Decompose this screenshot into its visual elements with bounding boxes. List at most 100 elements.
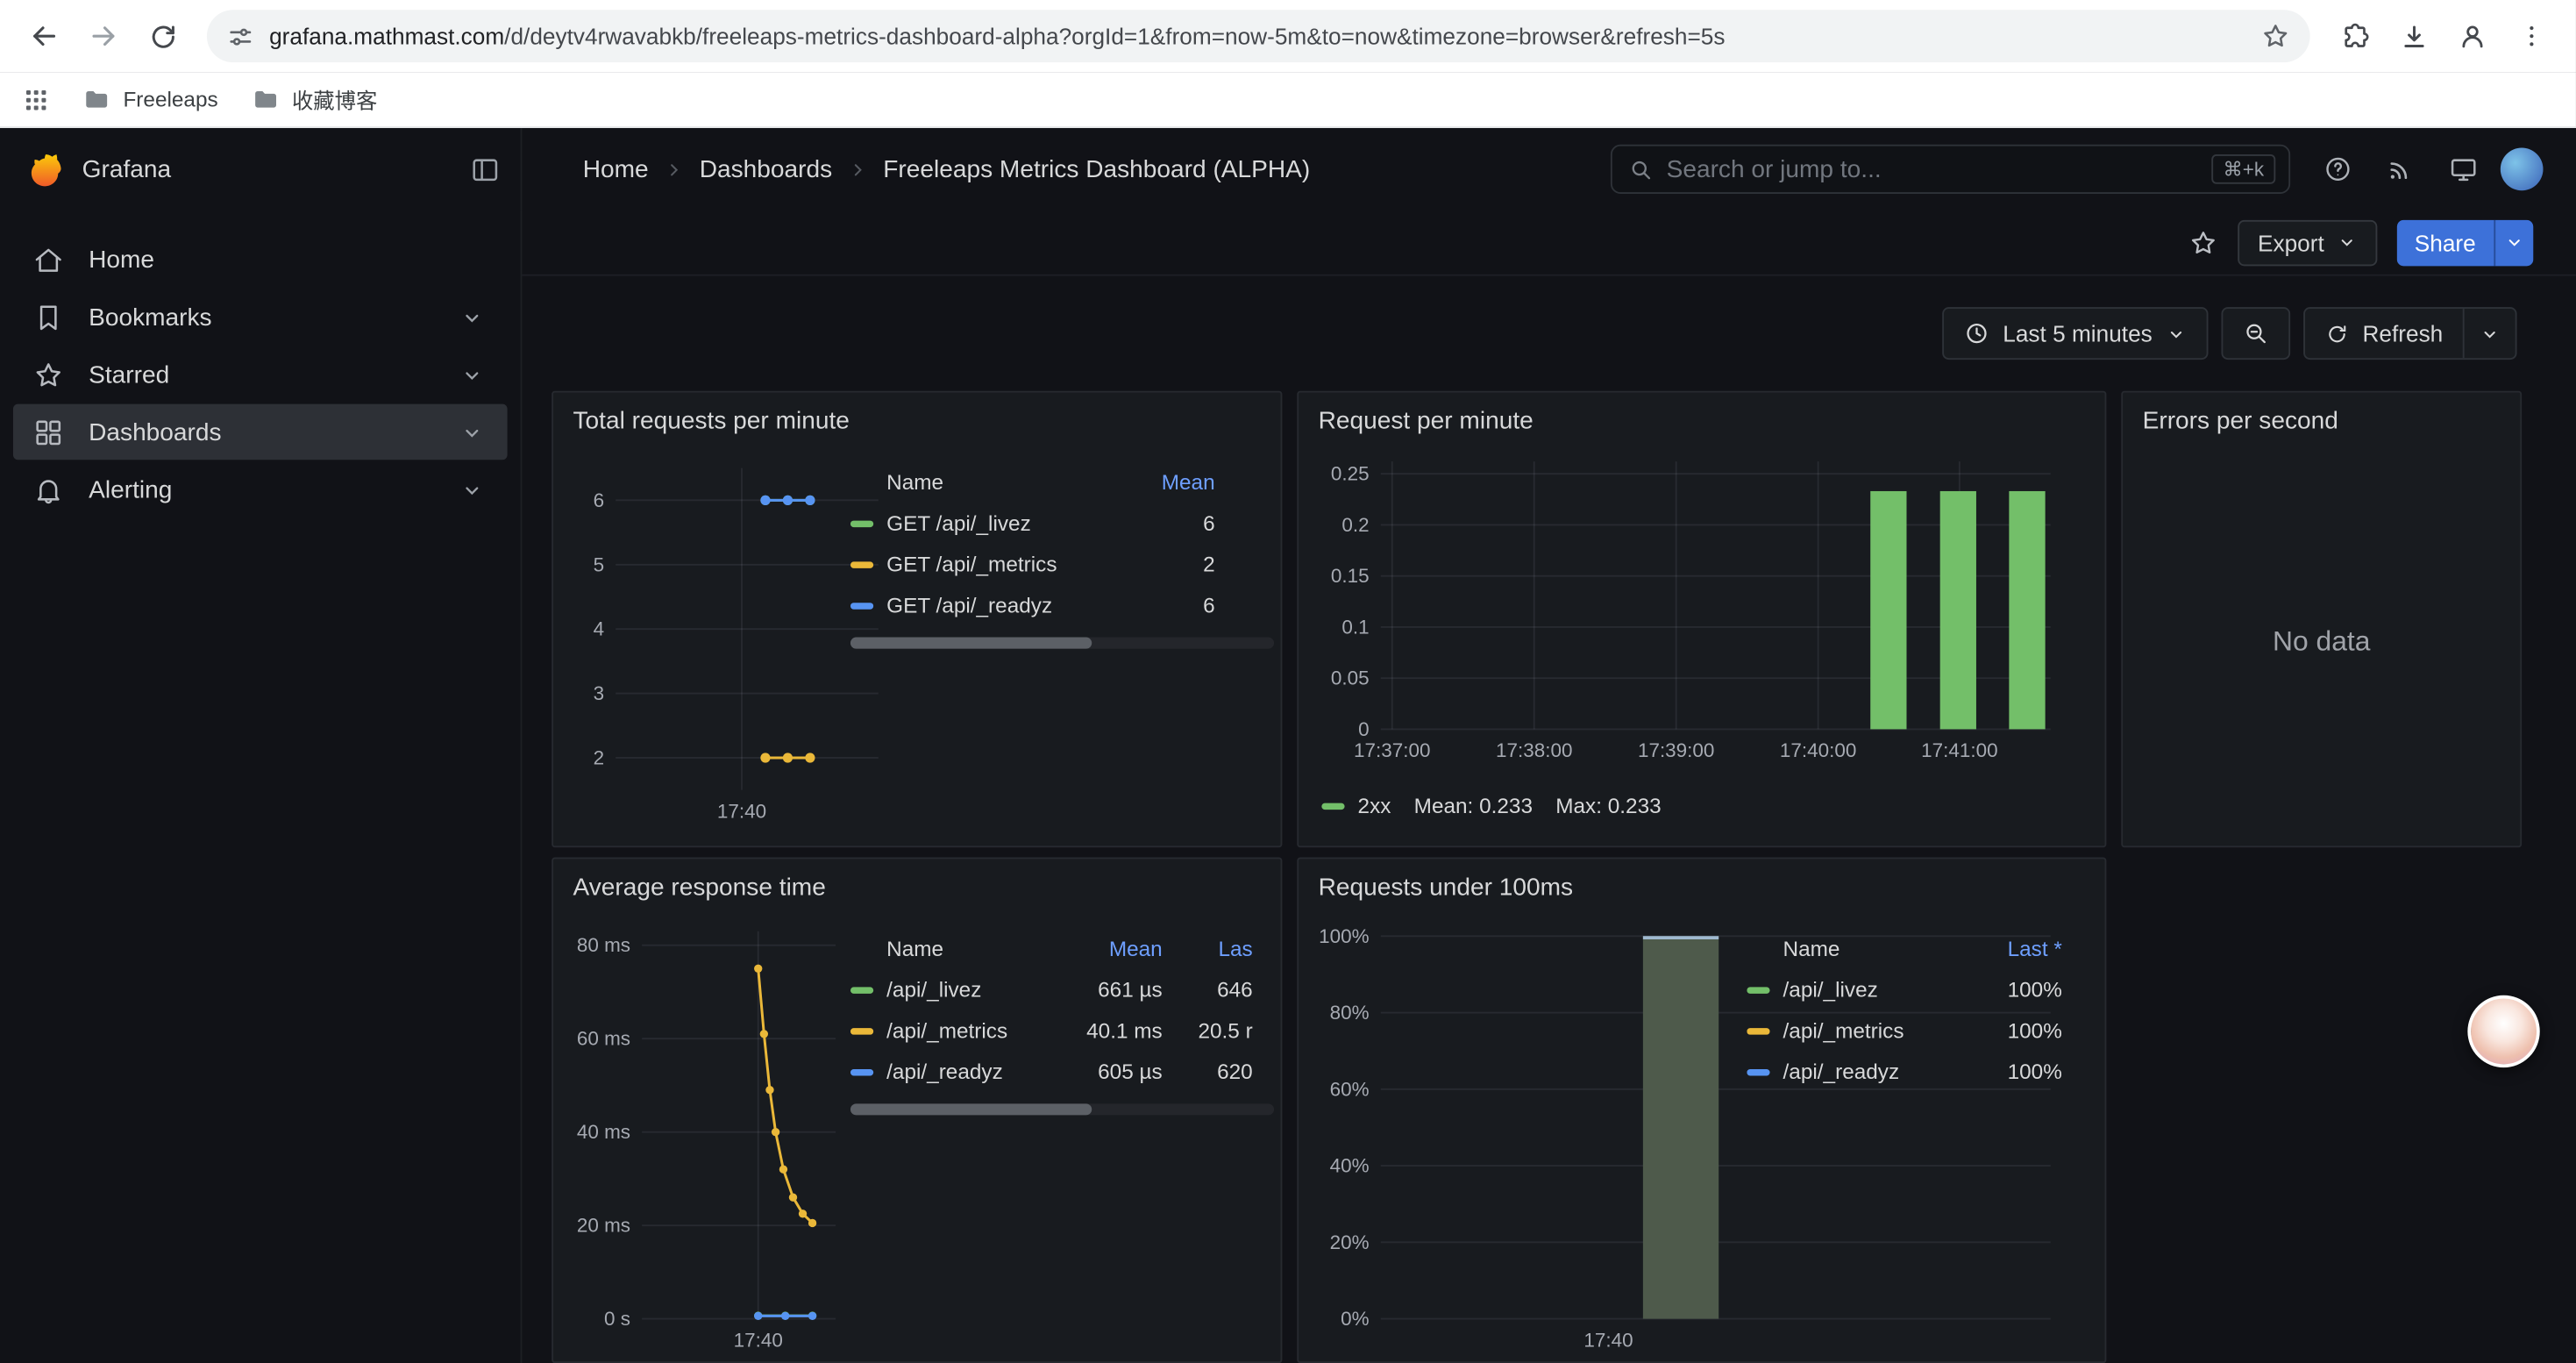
- back-icon[interactable]: [17, 8, 73, 64]
- legend-header-row: Name Mean Las: [850, 928, 1253, 969]
- svg-text:80%: 80%: [1330, 1002, 1370, 1024]
- dashboard-content: Export Share Last 5 minutes: [522, 211, 2575, 1363]
- legend-header-last[interactable]: Las: [1163, 936, 1253, 960]
- bookmark-star-icon[interactable]: [2260, 21, 2290, 51]
- sidebar-item-bookmarks[interactable]: Bookmarks: [13, 289, 508, 346]
- legend-row[interactable]: GET /api/_readyz 6: [850, 585, 1215, 626]
- panel-title[interactable]: Average response time: [553, 859, 1281, 902]
- url-bar[interactable]: grafana.mathmast.com/d/deytv4rwavabkb/fr…: [207, 10, 2310, 62]
- legend-row[interactable]: /api/_readyz 605 µs 620: [850, 1051, 1253, 1092]
- share-menu-caret[interactable]: [2494, 219, 2533, 265]
- chevron-down-icon[interactable]: [459, 304, 484, 329]
- browser-toolbar: grafana.mathmast.com/d/deytv4rwavabkb/fr…: [0, 0, 2576, 72]
- legend-scrollbar[interactable]: [850, 1103, 1274, 1115]
- chevron-down-icon[interactable]: [459, 419, 484, 444]
- legend-header-name[interactable]: Name: [850, 470, 1123, 495]
- search-bar[interactable]: ⌘+k: [1611, 145, 2290, 194]
- reload-icon[interactable]: [135, 8, 191, 64]
- series-last: 620: [1163, 1060, 1253, 1084]
- legend-row[interactable]: /api/_metrics 40.1 ms 20.5 r: [850, 1010, 1253, 1052]
- panel-request-per-minute: Request per minute 0.250.20.150.10.05017…: [1297, 391, 2106, 848]
- series-name[interactable]: GET /api/_metrics: [886, 552, 1057, 576]
- news-rss-icon[interactable]: [2376, 145, 2425, 194]
- series-name[interactable]: /api/_readyz: [886, 1060, 1003, 1084]
- legend-header-name[interactable]: Name: [850, 936, 1072, 960]
- chevron-down-icon: [2504, 232, 2525, 253]
- legend-scrollbar[interactable]: [850, 638, 1274, 649]
- screen: grafana.mathmast.com/d/deytv4rwavabkb/fr…: [0, 0, 2576, 1363]
- favorite-star-icon[interactable]: [2188, 227, 2218, 257]
- series-mean: 40.1 ms: [1072, 1018, 1163, 1043]
- sidebar-item-home[interactable]: Home: [13, 232, 508, 288]
- legend-series[interactable]: 2xx: [1321, 793, 1391, 817]
- series-color-dash: [850, 560, 873, 567]
- export-label: Export: [2258, 229, 2324, 255]
- series-name[interactable]: /api/_readyz: [1783, 1060, 1900, 1084]
- share-button[interactable]: Share: [2396, 219, 2494, 265]
- breadcrumb-dashboards[interactable]: Dashboards: [700, 155, 832, 183]
- legend-header-mean[interactable]: Mean: [1123, 470, 1215, 495]
- svg-text:0.25: 0.25: [1331, 463, 1370, 485]
- grafana-app: Grafana Home Dashboards Freeleaps Metric…: [0, 128, 2576, 1363]
- legend-header-name[interactable]: Name: [1747, 936, 1970, 960]
- bookmark-folder-freeleaps[interactable]: Freeleaps: [82, 85, 218, 113]
- dashboards-grid-icon: [32, 417, 65, 448]
- legend-header-mean[interactable]: Mean: [1072, 936, 1163, 960]
- series-name[interactable]: /api/_metrics: [1783, 1018, 1904, 1043]
- scrollbar-thumb[interactable]: [850, 638, 1092, 649]
- chevron-down-icon[interactable]: [459, 362, 484, 387]
- forward-icon[interactable]: [75, 8, 132, 64]
- extensions-icon[interactable]: [2326, 8, 2382, 64]
- series-name[interactable]: /api/_livez: [886, 977, 981, 1002]
- panel-errors-per-second: Errors per second No data: [2121, 391, 2522, 848]
- scrollbar-thumb[interactable]: [850, 1103, 1092, 1115]
- help-icon[interactable]: [2313, 145, 2362, 194]
- refresh-interval-caret[interactable]: [2463, 309, 2516, 358]
- panel-title[interactable]: Requests under 100ms: [1299, 859, 2104, 902]
- refresh-button[interactable]: Refresh: [2305, 309, 2463, 358]
- search-input[interactable]: [1667, 155, 2199, 183]
- assistant-avatar[interactable]: [2467, 995, 2539, 1067]
- legend-row[interactable]: /api/_livez 100%: [1747, 969, 2062, 1010]
- zoom-out-button[interactable]: [2221, 307, 2290, 360]
- sidebar-item-alerting[interactable]: Alerting: [13, 461, 508, 517]
- chevron-down-icon[interactable]: [459, 477, 484, 502]
- series-name[interactable]: 2xx: [1358, 793, 1391, 817]
- monitor-icon[interactable]: [2438, 145, 2487, 194]
- svg-text:60%: 60%: [1330, 1078, 1370, 1100]
- browser-menu-icon[interactable]: [2504, 8, 2560, 64]
- profile-icon[interactable]: [2444, 8, 2501, 64]
- legend-row[interactable]: GET /api/_livez 6: [850, 503, 1215, 544]
- series-last: 100%: [1970, 1018, 2062, 1043]
- downloads-icon[interactable]: [2386, 8, 2442, 64]
- time-range-picker[interactable]: Last 5 minutes: [1942, 307, 2208, 360]
- legend-table: Name Last * /api/_livez 100% /api/_metri…: [1747, 928, 2081, 1092]
- user-avatar[interactable]: [2501, 148, 2544, 191]
- series-color-dash: [850, 1027, 873, 1033]
- sidebar-item-dashboards[interactable]: Dashboards: [13, 404, 508, 460]
- average-response-chart[interactable]: 80 ms60 ms40 ms20 ms0 s17:40: [557, 905, 893, 1362]
- request-per-minute-chart[interactable]: 0.250.20.150.10.05017:37:0017:38:0017:39…: [1306, 439, 2081, 775]
- site-settings-icon[interactable]: [226, 22, 254, 50]
- series-color-dash: [1747, 1027, 1769, 1033]
- series-name[interactable]: /api/_livez: [1783, 977, 1878, 1002]
- panel-title[interactable]: Total requests per minute: [553, 393, 1281, 436]
- export-button[interactable]: Export: [2238, 219, 2377, 265]
- refresh-label: Refresh: [2362, 320, 2443, 346]
- series-name[interactable]: GET /api/_readyz: [886, 593, 1052, 617]
- dock-sidebar-icon[interactable]: [470, 153, 502, 185]
- sidebar-item-starred[interactable]: Starred: [13, 346, 508, 403]
- legend-row[interactable]: GET /api/_metrics 2: [850, 544, 1215, 585]
- panel-title[interactable]: Request per minute: [1299, 393, 2104, 436]
- svg-text:0: 0: [1358, 718, 1369, 740]
- apps-grid-icon[interactable]: [23, 86, 49, 112]
- bookmark-folder-blogs[interactable]: 收藏博客: [251, 83, 377, 115]
- legend-row[interactable]: /api/_readyz 100%: [1747, 1051, 2062, 1092]
- breadcrumb-home[interactable]: Home: [583, 155, 649, 183]
- legend-row[interactable]: /api/_livez 661 µs 646: [850, 969, 1253, 1010]
- series-name[interactable]: GET /api/_livez: [886, 510, 1031, 535]
- legend-header-last[interactable]: Last *: [1970, 936, 2062, 960]
- series-mean: 6: [1123, 593, 1215, 617]
- series-name[interactable]: /api/_metrics: [886, 1018, 1007, 1043]
- legend-row[interactable]: /api/_metrics 100%: [1747, 1010, 2062, 1052]
